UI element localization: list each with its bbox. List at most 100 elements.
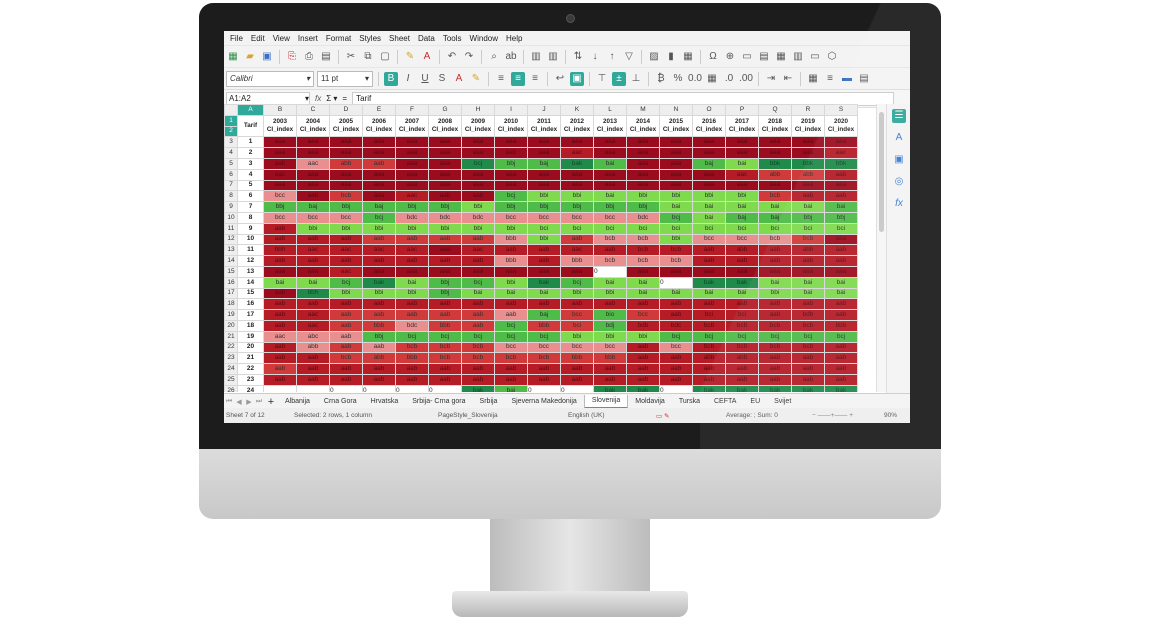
ci-index-cell[interactable]: aaa: [461, 136, 495, 149]
ci-index-cell[interactable]: aab: [725, 298, 759, 311]
ci-index-cell[interactable]: bbj: [263, 201, 297, 213]
ci-index-cell[interactable]: bai: [791, 201, 825, 213]
year-header-cell[interactable]: 2011 CI_index: [527, 114, 561, 138]
ci-index-cell[interactable]: 0: [659, 276, 693, 289]
tarif-header-cell[interactable]: Tarif: [237, 114, 264, 138]
ci-index-cell[interactable]: aaa: [659, 168, 693, 181]
ci-index-cell[interactable]: aaa: [494, 136, 528, 149]
ci-index-cell[interactable]: bai: [824, 287, 858, 300]
menu-window[interactable]: Window: [466, 34, 502, 43]
ci-index-cell[interactable]: aab: [692, 298, 726, 311]
ci-index-cell[interactable]: bbj: [428, 276, 462, 289]
ci-index-cell[interactable]: bcb: [725, 319, 759, 332]
tarif-cell[interactable]: 8: [237, 211, 264, 224]
ci-index-cell[interactable]: bcc: [296, 211, 330, 224]
ci-index-cell[interactable]: bcb: [428, 341, 462, 354]
ci-index-cell[interactable]: bdc: [659, 319, 693, 332]
ci-index-cell[interactable]: aab: [461, 255, 495, 267]
tarif-cell[interactable]: 22: [237, 363, 264, 375]
ci-index-cell[interactable]: aac: [362, 244, 396, 257]
ci-index-cell[interactable]: aab: [362, 341, 396, 354]
ci-index-cell[interactable]: aaa: [659, 136, 693, 149]
year-header-cell[interactable]: 2004 CI_index: [296, 114, 330, 138]
ci-index-cell[interactable]: bcb: [758, 319, 792, 332]
zoom-level[interactable]: 90%: [884, 412, 897, 419]
export-pdf-icon[interactable]: ⎘: [285, 50, 299, 64]
corner-select-all[interactable]: [224, 104, 238, 116]
ci-index-cell[interactable]: aab: [296, 190, 330, 203]
ci-index-cell[interactable]: aaa: [461, 147, 495, 159]
ci-index-cell[interactable]: abc: [296, 330, 330, 343]
ci-index-cell[interactable]: aab: [626, 352, 660, 365]
ci-index-cell[interactable]: bcb: [593, 233, 627, 246]
ci-index-cell[interactable]: aaa: [329, 168, 363, 181]
font-size-box[interactable]: 11 pt ▾: [317, 70, 373, 87]
ci-index-cell[interactable]: aab: [428, 255, 462, 267]
ci-index-cell[interactable]: bbi: [758, 287, 792, 300]
ci-index-cell[interactable]: baj: [362, 201, 396, 213]
year-header-cell[interactable]: 2017 CI_index: [725, 114, 759, 138]
ci-index-cell[interactable]: aab: [329, 363, 363, 375]
ci-index-cell[interactable]: abb: [362, 352, 396, 365]
ci-index-cell[interactable]: aab: [824, 244, 858, 257]
ci-index-cell[interactable]: bak: [692, 276, 726, 289]
ci-index-cell[interactable]: aab: [461, 363, 495, 375]
ci-index-cell[interactable]: aab: [428, 190, 462, 203]
ci-index-cell[interactable]: aab: [395, 298, 429, 311]
ci-index-cell[interactable]: baj: [527, 157, 561, 170]
tarif-cell[interactable]: 19: [237, 330, 264, 343]
ci-index-cell[interactable]: aab: [791, 352, 825, 365]
ci-index-cell[interactable]: aaa: [263, 136, 297, 149]
ci-index-cell[interactable]: aab: [560, 233, 594, 246]
ci-index-cell[interactable]: bci: [560, 319, 594, 332]
ci-index-cell[interactable]: aab: [527, 298, 561, 311]
highlight-color-icon[interactable]: ✎: [469, 72, 483, 86]
column-header-k[interactable]: K: [560, 104, 594, 116]
ci-index-cell[interactable]: aab: [593, 298, 627, 311]
ci-index-cell[interactable]: aab: [527, 373, 561, 386]
ci-index-cell[interactable]: aac: [329, 244, 363, 257]
ci-index-cell[interactable]: aaa: [758, 147, 792, 159]
ci-index-cell[interactable]: aaa: [362, 179, 396, 192]
ci-index-cell[interactable]: bai: [758, 276, 792, 289]
ci-index-cell[interactable]: aab: [395, 233, 429, 246]
ci-index-cell[interactable]: aaa: [692, 265, 726, 278]
tarif-cell[interactable]: 9: [237, 222, 264, 235]
ci-index-cell[interactable]: bbi: [329, 287, 363, 300]
ci-index-cell[interactable]: bbk: [791, 157, 825, 170]
ci-index-cell[interactable]: bai: [758, 201, 792, 213]
sheet-tab[interactable]: Svijet: [767, 398, 798, 405]
ci-index-cell[interactable]: aac: [296, 157, 330, 170]
ci-index-cell[interactable]: aab: [791, 363, 825, 375]
row-header[interactable]: 6: [224, 168, 238, 181]
ci-index-cell[interactable]: aaa: [725, 179, 759, 192]
ci-index-cell[interactable]: aaa: [626, 157, 660, 170]
column-header-s[interactable]: S: [824, 104, 858, 116]
ci-index-cell[interactable]: aaa: [626, 179, 660, 192]
tarif-cell[interactable]: 23: [237, 373, 264, 386]
ci-index-cell[interactable]: aab: [395, 363, 429, 375]
ci-index-cell[interactable]: aab: [494, 363, 528, 375]
ci-index-cell[interactable]: aab: [560, 373, 594, 386]
ci-index-cell[interactable]: bdc: [461, 211, 495, 224]
ci-index-cell[interactable]: aaa: [560, 179, 594, 192]
ci-index-cell[interactable]: aaa: [560, 136, 594, 149]
ci-index-cell[interactable]: aaa: [527, 147, 561, 159]
ci-index-cell[interactable]: bbi: [659, 190, 693, 203]
ci-index-cell[interactable]: bak: [824, 384, 858, 392]
ci-index-cell[interactable]: bbi: [725, 190, 759, 203]
ci-index-cell[interactable]: aab: [758, 373, 792, 386]
ci-index-cell[interactable]: aab: [692, 363, 726, 375]
ci-index-cell[interactable]: bai: [692, 211, 726, 224]
ci-index-cell[interactable]: baj: [758, 211, 792, 224]
sum-icon[interactable]: Σ ▾: [326, 94, 337, 103]
ci-index-cell[interactable]: aab: [824, 341, 858, 354]
ci-index-cell[interactable]: aac: [395, 244, 429, 257]
ci-index-cell[interactable]: aac: [560, 147, 594, 159]
tarif-cell[interactable]: 3: [237, 157, 264, 170]
menu-view[interactable]: View: [269, 34, 294, 43]
ci-index-cell[interactable]: [263, 384, 297, 392]
ci-index-cell[interactable]: aaa: [527, 179, 561, 192]
ci-index-cell[interactable]: aaa: [593, 179, 627, 192]
tarif-cell[interactable]: 7: [237, 201, 264, 213]
